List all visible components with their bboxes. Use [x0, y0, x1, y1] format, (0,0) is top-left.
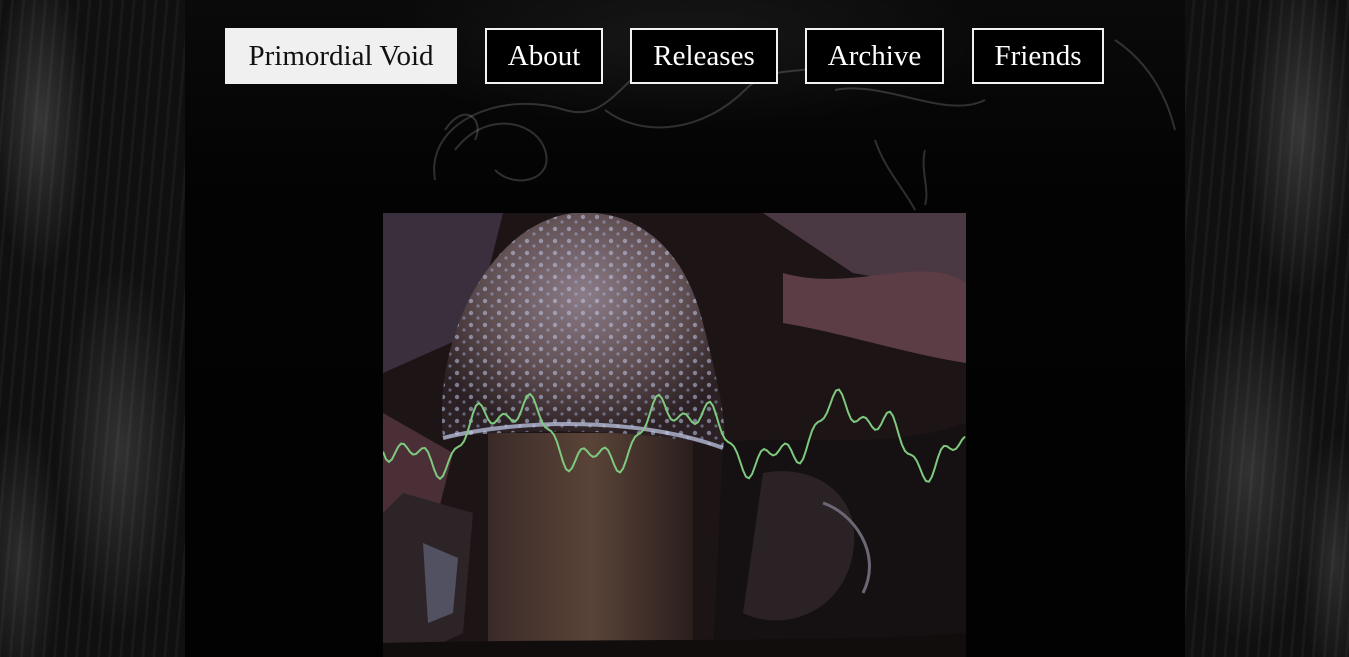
nav-about-link[interactable]: About [485, 28, 603, 84]
mushroom-video-player[interactable] [383, 213, 966, 657]
nav-archive-link[interactable]: Archive [805, 28, 944, 84]
nav-friends-link[interactable]: Friends [972, 28, 1104, 84]
mushroom-video-frame [383, 213, 966, 657]
nav-releases-link[interactable]: Releases [630, 28, 778, 84]
brand-home-link[interactable]: Primordial Void [225, 28, 457, 84]
